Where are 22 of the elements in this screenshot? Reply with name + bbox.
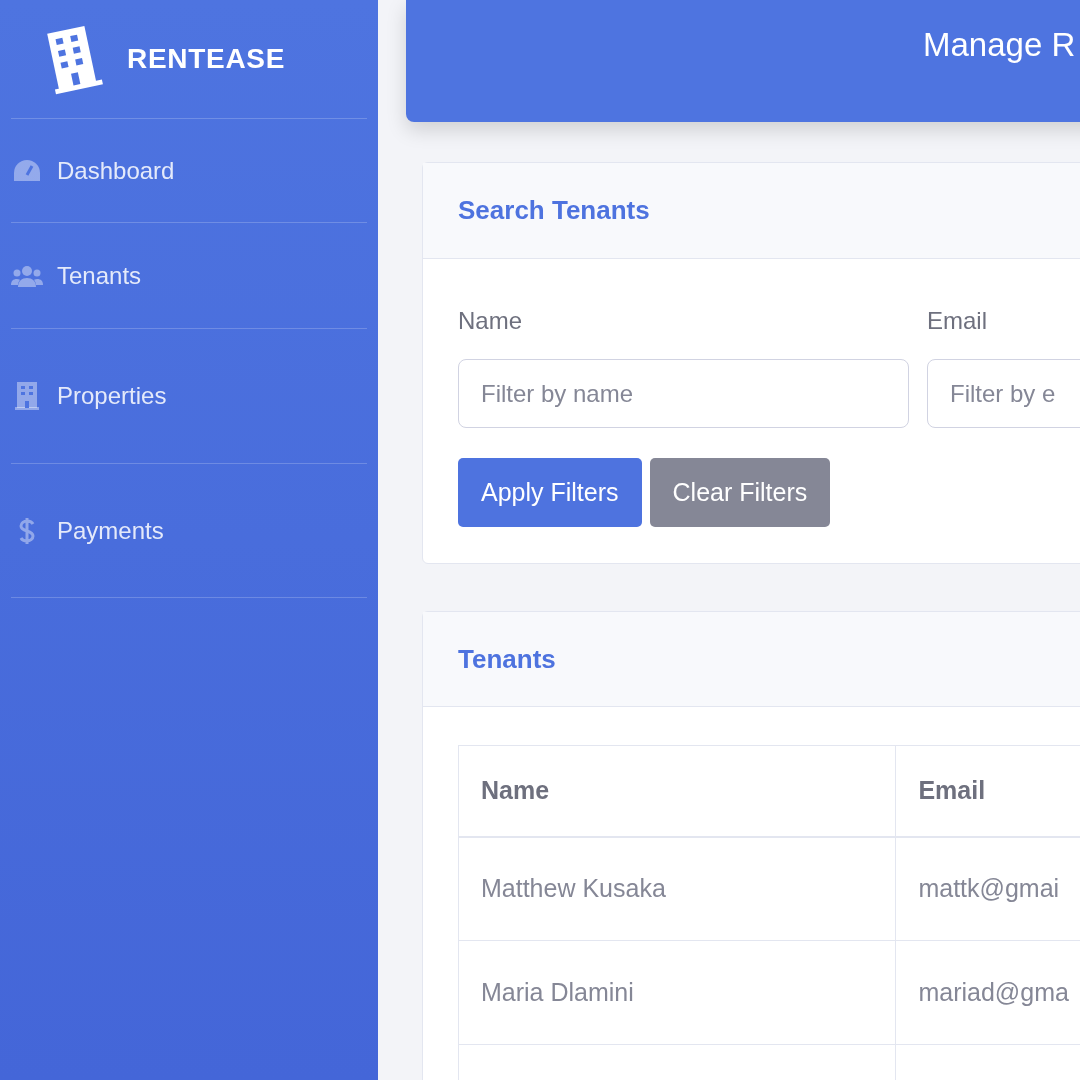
column-header: Email	[895, 745, 1080, 837]
field-label: Name	[458, 306, 524, 336]
filter-button[interactable]: Clear Filters	[649, 458, 831, 527]
table-cell: Matthew Kusaka	[458, 836, 896, 941]
brand-name: RENTEASE	[127, 42, 286, 76]
input-field[interactable]: Filter by name	[458, 359, 909, 428]
building-icon	[15, 382, 39, 410]
filter-button[interactable]: Apply Filters	[458, 458, 642, 527]
field-label: Email	[927, 306, 988, 336]
table-cell: Maria Dlamini	[458, 940, 896, 1045]
nav-item[interactable]: Dashboard	[11, 118, 367, 222]
card-title: Search Tenants	[458, 194, 650, 227]
nav-item[interactable]: Tenants	[11, 222, 367, 328]
column-header: Name	[458, 745, 896, 837]
dollar-icon	[18, 516, 36, 545]
gauge-icon	[12, 157, 42, 184]
users-icon	[11, 263, 43, 288]
page-title: Manage R	[923, 25, 1076, 65]
nav-item[interactable]: Properties	[11, 328, 367, 463]
input-field[interactable]: Filter by e	[927, 359, 1080, 428]
card-title: Tenants	[458, 642, 556, 676]
nav-item[interactable]: Payments	[11, 463, 367, 598]
